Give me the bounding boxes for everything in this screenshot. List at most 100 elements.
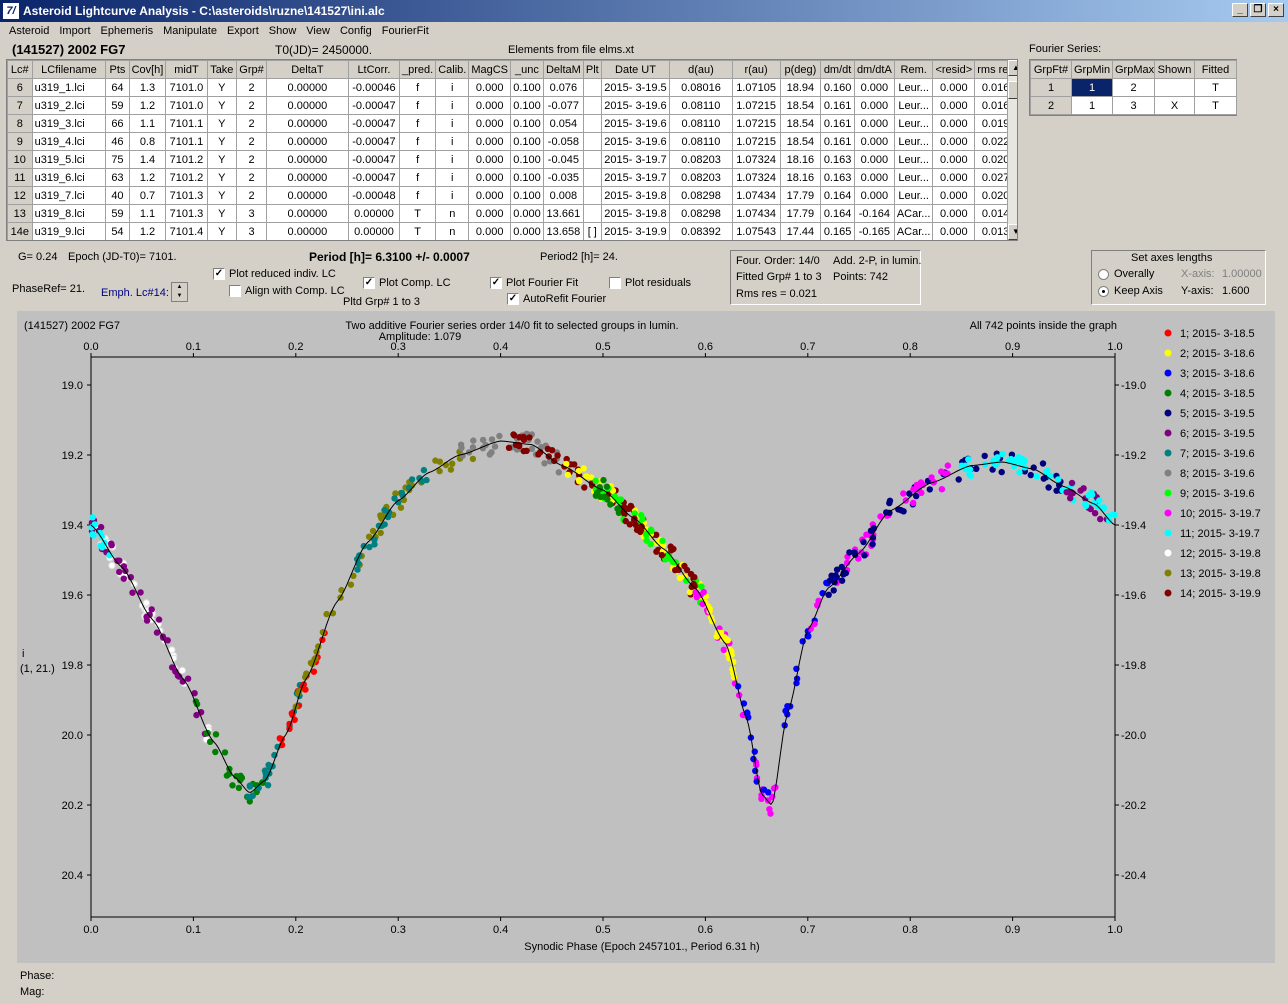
table-cell[interactable]: Y	[206, 168, 238, 187]
scroll-down-icon[interactable]: ▼	[1008, 224, 1017, 240]
fourier-column-header[interactable]: Fitted	[1194, 60, 1237, 79]
table-cell[interactable]: Y	[206, 96, 238, 115]
column-header[interactable]: _unc	[510, 60, 544, 79]
table-cell[interactable]: f	[399, 96, 437, 115]
fourier-cell[interactable]	[1154, 78, 1195, 97]
table-cell[interactable]: i	[435, 186, 470, 205]
column-header[interactable]: Plt	[582, 60, 602, 79]
table-cell[interactable]: Y	[206, 222, 238, 240]
table-cell[interactable]: 0.000	[853, 150, 895, 169]
table-cell[interactable]: 7	[7, 96, 33, 115]
table-cell[interactable]: Y	[206, 114, 238, 133]
fourier-cell[interactable]: T	[1194, 96, 1237, 115]
menu-export[interactable]: Export	[222, 25, 264, 37]
menu-view[interactable]: View	[301, 25, 335, 37]
fourier-cell[interactable]: T	[1194, 78, 1237, 97]
table-cell[interactable]: 63	[105, 168, 130, 187]
column-header[interactable]: Date UT	[600, 60, 671, 79]
table-cell[interactable]: 0.00000	[347, 222, 401, 240]
table-cell[interactable]: 0.00000	[265, 132, 349, 151]
table-cell[interactable]: 0.164	[820, 186, 855, 205]
table-row[interactable]: 12 u319_7.lci 40 0.7 7101.3 Y 2 0.00000 -0.00048…	[7, 186, 1017, 205]
table-cell[interactable]: Y	[206, 204, 238, 223]
table-cell[interactable]: T	[399, 222, 437, 240]
table-cell[interactable]: 0.00000	[265, 96, 349, 115]
table-cell[interactable]: 10	[7, 150, 33, 169]
table-cell[interactable]: f	[399, 78, 437, 97]
table-cell[interactable]: 18.54	[779, 96, 822, 115]
table-cell[interactable]: 0.161	[820, 114, 855, 133]
table-cell[interactable]: 46	[105, 132, 130, 151]
fourier-row[interactable]: 213XT	[1030, 96, 1237, 115]
table-cell[interactable]: Leur...	[893, 114, 934, 133]
table-cell[interactable]: 13	[7, 204, 33, 223]
table-cell[interactable]: 0.00000	[347, 204, 401, 223]
overally-radio[interactable]: Overally	[1098, 268, 1154, 280]
table-cell[interactable]: 0.000	[932, 132, 976, 151]
table-cell[interactable]: 0.100	[510, 78, 544, 97]
table-cell[interactable]: 0.00000	[265, 186, 349, 205]
table-cell[interactable]: 1.2	[128, 96, 167, 115]
table-cell[interactable]: 54	[105, 222, 130, 240]
table-cell[interactable]: u319_5.lci	[31, 150, 107, 169]
table-cell[interactable]: i	[435, 132, 470, 151]
table-cell[interactable]: u319_6.lci	[31, 168, 107, 187]
column-header[interactable]: r(au)	[731, 60, 781, 79]
table-row[interactable]: 14e u319_9.lci 54 1.2 7101.4 Y 3 0.00000 0.00000…	[7, 222, 1017, 240]
table-cell[interactable]: 0.000	[853, 186, 895, 205]
table-cell[interactable]: 6	[7, 78, 33, 97]
table-cell[interactable]: 1.07215	[731, 132, 781, 151]
table-cell[interactable]: 7101.2	[165, 150, 208, 169]
table-cell[interactable]: 0.000	[468, 222, 512, 240]
table-cell[interactable]: 0.000	[853, 168, 895, 187]
table-cell[interactable]: 0.000	[932, 186, 976, 205]
scroll-thumb[interactable]	[1008, 81, 1017, 99]
table-cell[interactable]: 2	[236, 186, 267, 205]
table-cell[interactable]: 0.054	[542, 114, 584, 133]
table-cell[interactable]: 0.000	[853, 132, 895, 151]
table-cell[interactable]: 7101.3	[165, 204, 208, 223]
table-row[interactable]: 9 u319_4.lci 46 0.8 7101.1 Y 2 0.00000 -0.00047 f…	[7, 132, 1017, 151]
table-cell[interactable]: 13.661	[542, 204, 584, 223]
table-cell[interactable]: 7101.1	[165, 114, 208, 133]
table-cell[interactable]: 18.16	[779, 150, 822, 169]
menu-import[interactable]: Import	[54, 25, 95, 37]
column-header[interactable]: midT	[165, 60, 208, 79]
table-cell[interactable]: [ ]	[582, 222, 602, 240]
table-cell[interactable]: 64	[105, 78, 130, 97]
table-cell[interactable]: 0.000	[853, 78, 895, 97]
table-cell[interactable]: 0.000	[853, 96, 895, 115]
table-cell[interactable]: 2	[236, 114, 267, 133]
column-header[interactable]: Lc#	[7, 60, 33, 79]
table-cell[interactable]: 0.08298	[669, 204, 733, 223]
table-cell[interactable]: 0.08110	[669, 114, 733, 133]
fourier-cell[interactable]: 1	[1071, 96, 1113, 115]
table-cell[interactable]: 1.07215	[731, 96, 781, 115]
table-cell[interactable]: -0.00047	[347, 96, 401, 115]
table-cell[interactable]	[582, 132, 602, 151]
table-cell[interactable]: 1.1	[128, 114, 167, 133]
minimize-icon[interactable]: _	[1232, 3, 1248, 17]
table-cell[interactable]: 0.000	[468, 96, 512, 115]
x-axis-value[interactable]: 1.00000	[1222, 268, 1262, 280]
menu-asteroid[interactable]: Asteroid	[4, 25, 54, 37]
table-cell[interactable]: 1.2	[128, 222, 167, 240]
table-cell[interactable]: Y	[206, 78, 238, 97]
column-header[interactable]: dm/dtA	[853, 60, 895, 79]
table-cell[interactable]: 0.161	[820, 96, 855, 115]
table-cell[interactable]: 0.000	[932, 204, 976, 223]
table-cell[interactable]: 0.100	[510, 186, 544, 205]
table-cell[interactable]: f	[399, 168, 437, 187]
table-cell[interactable]: 0.00000	[265, 78, 349, 97]
menu-manipulate[interactable]: Manipulate	[158, 25, 222, 37]
fourier-cell[interactable]: 1	[1030, 78, 1072, 97]
table-cell[interactable]: 0.000	[468, 150, 512, 169]
table-cell[interactable]: 1.07324	[731, 168, 781, 187]
table-cell[interactable]: 2015- 3-19.6	[600, 132, 671, 151]
table-cell[interactable]: 0.000	[468, 186, 512, 205]
scroll-up-icon[interactable]: ▲	[1008, 60, 1017, 76]
table-cell[interactable]: 1.2	[128, 168, 167, 187]
table-cell[interactable]: Leur...	[893, 150, 934, 169]
table-row[interactable]: 6 u319_1.lci 64 1.3 7101.0 Y 2 0.00000 -0.00046 f…	[7, 78, 1017, 97]
table-cell[interactable]: 2015- 3-19.5	[600, 78, 671, 97]
